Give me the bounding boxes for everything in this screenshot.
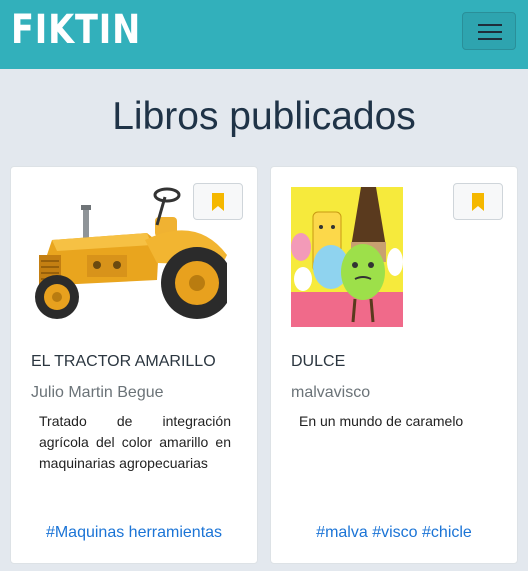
page-title: Libros publicados xyxy=(112,95,416,138)
book-title[interactable]: EL TRACTOR AMARILLO xyxy=(31,353,216,371)
tag-link[interactable]: #chicle xyxy=(422,524,472,541)
book-description: Tratado de integración agrícola del colo… xyxy=(39,413,231,471)
candy-characters-image xyxy=(291,187,403,327)
navbar-toggle-button[interactable] xyxy=(462,12,516,50)
navbar: FIKTIN xyxy=(0,0,528,69)
book-author: Julio Martin Begue xyxy=(31,384,164,401)
tag-link[interactable]: #visco xyxy=(372,524,417,541)
book-tags: #Maquinas herramientas xyxy=(11,524,257,542)
bookmark-button[interactable] xyxy=(193,183,243,220)
book-description: En un mundo de caramelo xyxy=(299,413,464,429)
book-card[interactable]: DULCE malvavisco En un mundo de caramelo… xyxy=(270,166,518,564)
bookmark-icon xyxy=(472,193,484,211)
tag-link[interactable]: #Maquinas herramientas xyxy=(46,524,222,541)
book-tags: #malva #visco #chicle xyxy=(271,524,517,542)
book-title[interactable]: DULCE xyxy=(291,353,345,371)
hamburger-icon-bar xyxy=(478,31,502,33)
hamburger-icon xyxy=(478,24,502,26)
book-card[interactable]: EL TRACTOR AMARILLO Julio Martin Begue T… xyxy=(10,166,258,564)
bookmark-icon xyxy=(212,193,224,211)
bookmark-button[interactable] xyxy=(453,183,503,220)
book-author: malvavisco xyxy=(291,384,371,401)
brand-logo[interactable]: FIKTIN xyxy=(11,7,141,53)
hamburger-icon-bar xyxy=(478,38,502,40)
tag-link[interactable]: #malva xyxy=(316,524,368,541)
